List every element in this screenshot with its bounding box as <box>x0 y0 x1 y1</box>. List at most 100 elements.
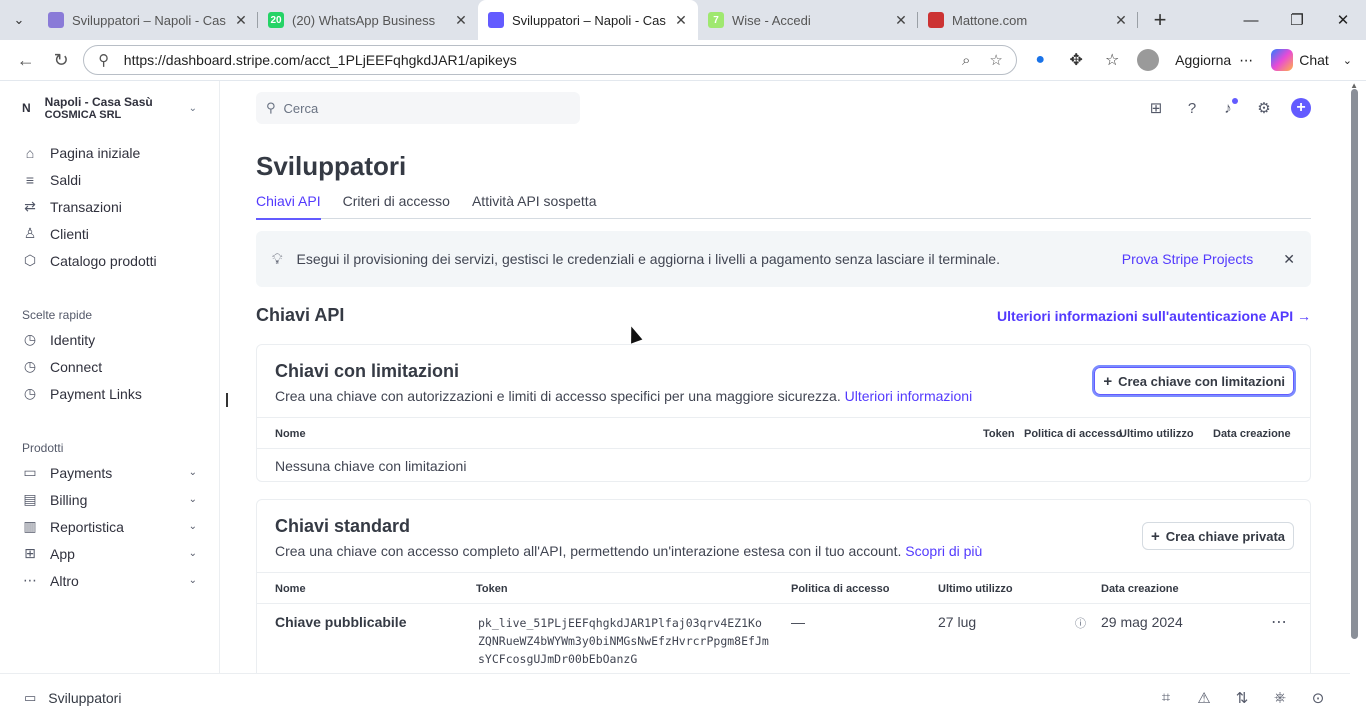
sort-arrows-icon[interactable]: ⇅ <box>1234 689 1250 707</box>
chevron-down-icon: ⌄ <box>188 102 197 114</box>
chevron-down-icon[interactable]: ⌄ <box>189 467 197 478</box>
standard-table-header: Nome Token Politica di accesso Ultimo ut… <box>257 572 1310 604</box>
standard-keys-card: Chiavi standard Crea una chiave con acce… <box>256 499 1311 673</box>
col-created: Data creazione <box>1101 583 1179 595</box>
banner-link[interactable]: Prova Stripe Projects <box>1122 251 1254 267</box>
back-arrow-icon[interactable]: ← <box>8 44 43 76</box>
col-policy: Politica di accesso <box>1024 428 1123 440</box>
favorites-icon[interactable]: ☆ <box>1097 45 1127 75</box>
sidebar-item-label: App <box>50 545 75 562</box>
browser-tab[interactable]: Sviluppatori – Napoli - Casa Sasù ✕ <box>38 0 258 40</box>
extension-vpn-icon[interactable]: ● <box>1025 45 1055 75</box>
profile-avatar[interactable] <box>1133 45 1163 75</box>
new-tab-plus-icon[interactable]: + <box>1144 7 1176 33</box>
webhooks-icon[interactable]: ⎈ <box>1272 689 1288 707</box>
update-button[interactable]: Aggiorna ⋯ <box>1169 52 1259 69</box>
close-icon[interactable]: ✕ <box>1283 251 1295 268</box>
sidebar-item-billing[interactable]: ▤ Billing ⌄ <box>22 486 197 513</box>
browser-tab[interactable]: Mattone.com ✕ <box>918 0 1138 40</box>
close-tab-icon[interactable]: ✕ <box>1114 12 1128 29</box>
info-icon[interactable]: ⓘ <box>1075 615 1086 631</box>
notifications-bell-icon[interactable]: ♪ <box>1219 98 1238 117</box>
table-row[interactable]: Chiave pubblicabile pk_live_51PLjEEFqhgk… <box>257 604 1310 673</box>
chevron-down-icon[interactable]: ⌄ <box>189 575 197 586</box>
browser-tab[interactable]: 20 (20) WhatsApp Business ✕ <box>258 0 478 40</box>
close-tab-icon[interactable]: ✕ <box>454 12 468 29</box>
sidebar-item-identity[interactable]: ◷ Identity <box>22 326 197 353</box>
chevron-down-icon[interactable]: ⌄ <box>189 521 197 532</box>
zoom-icon[interactable]: ⌕ <box>956 52 976 69</box>
sidebar-item-reportistica[interactable]: ▥ Reportistica ⌄ <box>22 513 197 540</box>
favorite-star-icon[interactable]: ☆ <box>986 51 1006 69</box>
publishable-key-token[interactable]: pk_live_51PLjEEFqhgkdJAR1Plfaj03qrv4EZ1K… <box>478 614 769 668</box>
settings-gear-icon[interactable]: ⚙ <box>1255 99 1273 117</box>
create-plus-icon[interactable]: + <box>1291 98 1311 118</box>
sidebar-item-altro[interactable]: ⋯ Altro ⌄ <box>22 567 197 594</box>
developers-label[interactable]: Sviluppatori <box>48 690 121 706</box>
row-actions-more-icon[interactable]: ⋯ <box>1271 612 1287 632</box>
sidebar-item-catalogo-prodotti[interactable]: ⬡ Catalogo prodotti <box>22 247 197 274</box>
search-placeholder: Cerca <box>283 100 319 116</box>
copilot-chat-button[interactable]: Chat ⌄ <box>1265 49 1358 71</box>
sidebar-item-payments[interactable]: ▭ Payments ⌄ <box>22 459 197 486</box>
restricted-learn-more-link[interactable]: Ulteriori informazioni <box>845 388 973 404</box>
sidebar-item-app[interactable]: ⊞ App ⌄ <box>22 540 197 567</box>
more-icon: ⋯ <box>23 572 37 588</box>
account-name: Napoli - Casa Sasù <box>44 95 153 109</box>
create-restricted-key-button[interactable]: + Crea chiave con limitazioni <box>1092 365 1296 397</box>
main-content: ⚲ Cerca ⊞ ? ♪ ⚙ + Sviluppatori Chiavi AP… <box>220 81 1350 673</box>
chevron-down-icon[interactable]: ⌄ <box>189 494 197 505</box>
site-info-icon[interactable]: ⚲ <box>94 51 114 69</box>
close-window-icon[interactable]: ✕ <box>1320 0 1366 40</box>
sidebar-item-saldi[interactable]: ≡ Saldi <box>22 166 197 193</box>
col-last-used: Ultimo utilizzo <box>938 583 1013 595</box>
token-line: pk_live_51PLjEEFqhgkdJAR1Plfaj03qrv4EZ1K… <box>478 616 762 630</box>
restore-icon[interactable]: ❐ <box>1274 0 1320 40</box>
standard-learn-more-link[interactable]: Scopri di più <box>905 543 982 559</box>
key-name: Chiave pubblicabile <box>275 614 407 630</box>
tab-api-keys[interactable]: Chiavi API <box>256 193 321 220</box>
api-auth-learn-more-link[interactable]: Ulteriori informazioni sull'autenticazio… <box>997 308 1311 324</box>
tab-title: Sviluppatori – Napoli - Casa Sasù <box>72 12 226 28</box>
key-created: 29 mag 2024 <box>1101 614 1183 630</box>
sidebar-item-clienti[interactable]: ♙ Clienti <box>22 220 197 247</box>
sidebar-item-label: Transazioni <box>50 198 122 215</box>
browser-tab[interactable]: Sviluppatori – Napoli - Casa Sasù ✕ <box>478 0 698 40</box>
close-tab-icon[interactable]: ✕ <box>894 12 908 29</box>
close-tab-icon[interactable]: ✕ <box>674 12 688 29</box>
address-bar[interactable]: ⚲ https://dashboard.stripe.com/acct_1PLj… <box>82 45 1018 75</box>
minimize-icon[interactable]: — <box>1228 0 1274 40</box>
create-secret-key-button[interactable]: + Crea chiave privata <box>1142 522 1294 550</box>
browser-toolbar: ← ↻ ⚲ https://dashboard.stripe.com/acct_… <box>0 40 1366 80</box>
sidebar-item-pagina-iniziale[interactable]: ⌂ Pagina iniziale <box>22 139 197 166</box>
url-text[interactable]: https://dashboard.stripe.com/acct_1PLjEE… <box>124 52 946 68</box>
sidebar-item-transazioni[interactable]: ⇄ Transazioni <box>22 193 197 220</box>
stripe-dashboard: N Napoli - Casa Sasù COSMICA SRL ⌄ ⌂ Pagi… <box>0 80 1366 720</box>
sidebar-item-label: Identity <box>50 331 96 348</box>
clock-icon: ◷ <box>23 331 37 347</box>
warning-icon[interactable]: ⚠ <box>1196 689 1212 707</box>
lightbulb-icon: 💡︎ <box>272 250 283 268</box>
search-input[interactable]: ⚲ Cerca <box>256 92 580 124</box>
sidebar-item-label: Pagina iniziale <box>50 144 141 161</box>
col-name: Nome <box>275 428 306 440</box>
expand-chevron-icon[interactable]: ⊙ <box>1310 689 1326 707</box>
sidebar-item-connect[interactable]: ◷ Connect <box>22 353 197 380</box>
close-tab-icon[interactable]: ✕ <box>234 12 248 29</box>
tab-suspicious-api-activity[interactable]: Attività API sospetta <box>472 193 597 219</box>
help-icon[interactable]: ? <box>1183 99 1201 117</box>
tab-access-policies[interactable]: Criteri di accesso <box>343 193 450 219</box>
chevron-down-icon[interactable]: ⌄ <box>189 548 197 559</box>
chat-label: Chat <box>1299 52 1329 68</box>
account-switcher[interactable]: N Napoli - Casa Sasù COSMICA SRL ⌄ <box>0 93 219 123</box>
browser-tab[interactable]: 7 Wise - Accedi ✕ <box>698 0 918 40</box>
page-tabs: Chiavi API Criteri di accesso Attività A… <box>256 193 1311 220</box>
scrollbar[interactable] <box>1351 89 1358 639</box>
reload-icon[interactable]: ↻ <box>43 44 78 76</box>
apps-grid-icon[interactable]: ⊞ <box>1147 99 1165 117</box>
inspector-icon[interactable]: ⌗ <box>1158 689 1174 707</box>
sidebar-item-payment-links[interactable]: ◷ Payment Links <box>22 380 197 407</box>
tab-list-chevron-icon[interactable]: ⌄ <box>0 0 38 40</box>
clock-icon: ◷ <box>23 385 37 401</box>
extensions-puzzle-icon[interactable]: ✥ <box>1061 45 1091 75</box>
